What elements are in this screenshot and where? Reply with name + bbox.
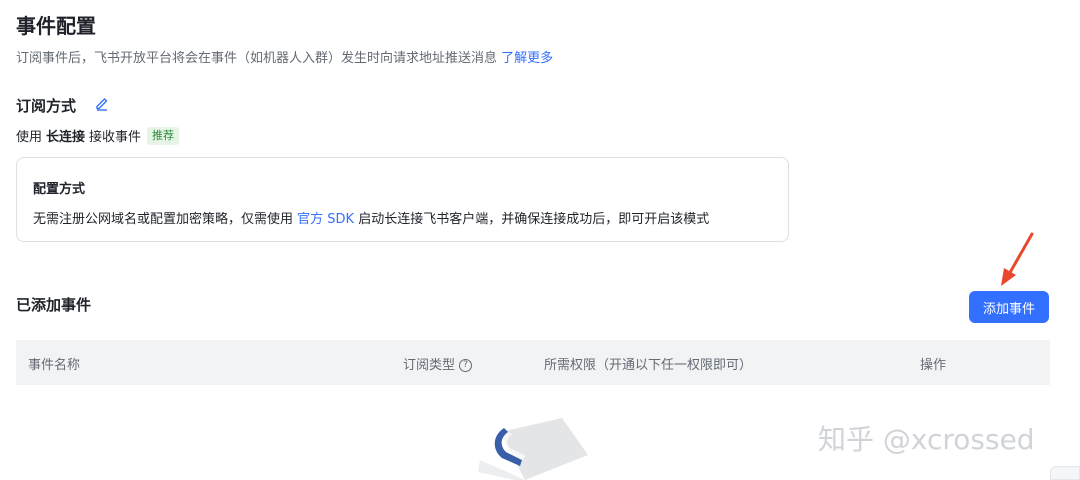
empty-state-illustration <box>478 418 588 480</box>
column-actions: 操作 <box>920 358 947 373</box>
events-table-header: 事件名称 订阅类型? 所需权限（开通以下任一权限即可） 操作 <box>16 340 1050 385</box>
learn-more-link[interactable]: 了解更多 <box>501 51 553 66</box>
help-icon[interactable]: ? <box>459 359 473 372</box>
page-description: 订阅事件后，飞书开放平台将会在事件（如机器人入群）发生时向请求地址推送消息 了解… <box>16 47 553 66</box>
subscription-method: 使用 长连接 接收事件 推荐 <box>16 126 180 145</box>
config-text-after: 启动长连接飞书客户端，并确保连接成功后，即可开启该模式 <box>358 212 710 227</box>
recommended-badge: 推荐 <box>147 126 180 145</box>
config-card-title: 配置方式 <box>33 182 86 197</box>
config-card: 配置方式 无需注册公网域名或配置加密策略，仅需使用 官方 SDK 启动长连接飞书… <box>16 157 789 242</box>
add-event-button[interactable]: 添加事件 <box>969 291 1049 323</box>
config-text-before: 无需注册公网域名或配置加密策略，仅需使用 <box>33 212 294 227</box>
edit-icon[interactable] <box>94 95 110 111</box>
description-text: 订阅事件后，飞书开放平台将会在事件（如机器人入群）发生时向请求地址推送消息 <box>16 51 498 66</box>
column-subscription-type-label: 订阅类型 <box>403 358 456 373</box>
column-permissions: 所需权限（开通以下任一权限即可） <box>544 358 753 373</box>
watermark: 知乎 @xcrossed <box>818 423 1035 456</box>
red-arrow-annotation <box>1001 232 1034 286</box>
column-subscription-type: 订阅类型? <box>403 354 473 373</box>
page-title: 事件配置 <box>16 14 96 38</box>
config-card-text: 无需注册公网域名或配置加密策略，仅需使用 官方 SDK 启动长连接飞书客户端，并… <box>33 208 709 227</box>
subscription-title: 订阅方式 <box>16 97 77 115</box>
method-prefix: 使用 <box>16 130 43 145</box>
scroll-handle[interactable] <box>1050 466 1080 480</box>
column-event-name: 事件名称 <box>28 358 81 373</box>
method-name: 长连接 <box>46 130 86 145</box>
added-events-title: 已添加事件 <box>16 296 92 314</box>
sdk-link[interactable]: 官方 SDK <box>297 212 354 227</box>
method-suffix: 接收事件 <box>89 130 142 145</box>
